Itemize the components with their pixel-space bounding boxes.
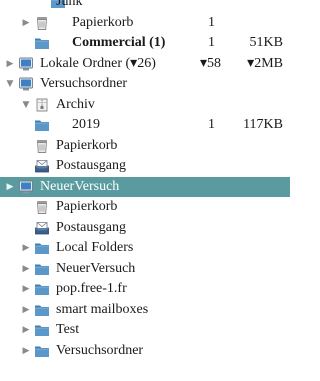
unread-count: ▾58 bbox=[199, 55, 221, 71]
folder-tree: Junk ▶ Papierkorb 1 Commercial (1) 1 51KB ▶ L… bbox=[0, 0, 290, 361]
outbox-icon bbox=[34, 220, 50, 236]
folder-row[interactable]: ▶ smart mailboxes bbox=[0, 300, 290, 321]
folder-name: Papierkorb bbox=[72, 14, 134, 30]
folder-row[interactable]: ▶ Versuchsordner bbox=[0, 341, 290, 362]
trash-icon bbox=[34, 138, 50, 154]
folder-name: NeuerVersuch bbox=[56, 260, 136, 276]
outbox-icon bbox=[34, 158, 50, 174]
folder-row[interactable]: ▶ NeuerVersuch bbox=[0, 259, 290, 280]
folder-icon bbox=[34, 261, 50, 277]
folder-row[interactable]: ▶ Lokale Ordner (▾26) ▾58 ▾2MB bbox=[0, 54, 290, 75]
disclosure-collapsed-icon[interactable]: ▶ bbox=[20, 279, 32, 300]
archive-icon bbox=[34, 97, 50, 113]
folder-size: 51KB bbox=[249, 35, 283, 50]
folder-name: Versuchsordner bbox=[40, 76, 128, 91]
folder-name: smart mailboxes bbox=[56, 301, 149, 317]
folder-row[interactable]: ▶ pop.free-1.fr bbox=[0, 279, 290, 300]
folder-row[interactable]: Commercial (1) 1 51KB bbox=[0, 33, 290, 54]
folder-name: Archiv bbox=[56, 96, 95, 112]
folder-row[interactable]: ▶ NeuerVersuch bbox=[0, 176, 290, 198]
disclosure-collapsed-icon[interactable]: ▶ bbox=[4, 54, 16, 75]
folder-icon bbox=[34, 240, 50, 256]
folder-size: 117KB bbox=[243, 117, 283, 132]
folder-name: Postausgang bbox=[56, 158, 126, 173]
folder-name: Versuchsordner bbox=[56, 342, 144, 358]
folder-icon bbox=[34, 281, 50, 297]
unread-count: 1 bbox=[208, 14, 215, 30]
folder-icon bbox=[34, 302, 50, 318]
folder-name: Papierkorb bbox=[56, 137, 118, 153]
unread-count: 1 bbox=[208, 117, 215, 132]
folder-name: Commercial (1) bbox=[72, 35, 166, 50]
folder-icon bbox=[34, 35, 50, 51]
disclosure-collapsed-icon[interactable]: ▶ bbox=[20, 300, 32, 321]
scrollbar[interactable] bbox=[286, 0, 290, 381]
folder-row[interactable]: ▼ Archiv bbox=[0, 95, 290, 116]
account-icon bbox=[18, 179, 34, 195]
folder-name: Test bbox=[56, 322, 80, 337]
folder-row[interactable]: ▶ Papierkorb 1 bbox=[0, 13, 290, 34]
folder-row[interactable]: Papierkorb bbox=[0, 197, 290, 218]
disclosure-collapsed-icon[interactable]: ▶ bbox=[20, 320, 32, 341]
folder-name: Postausgang bbox=[56, 219, 126, 235]
folder-row[interactable]: Postausgang bbox=[0, 218, 290, 239]
disclosure-collapsed-icon[interactable]: ▶ bbox=[20, 259, 32, 280]
account-icon bbox=[18, 56, 34, 72]
folder-row[interactable]: Postausgang bbox=[0, 156, 290, 177]
folder-name: Papierkorb bbox=[56, 199, 118, 214]
folder-name: Lokale Ordner (▾26) bbox=[40, 55, 156, 71]
folder-row[interactable]: Junk bbox=[0, 0, 290, 13]
folder-row[interactable]: 2019 1 117KB bbox=[0, 115, 290, 136]
trash-icon bbox=[34, 199, 50, 215]
account-icon bbox=[18, 76, 34, 92]
folder-name: pop.free-1.fr bbox=[56, 281, 127, 296]
trash-icon bbox=[34, 15, 50, 31]
folder-name: Junk bbox=[56, 0, 83, 9]
disclosure-collapsed-icon[interactable]: ▶ bbox=[4, 177, 16, 198]
folder-row[interactable]: ▶ Test bbox=[0, 320, 290, 341]
folder-icon bbox=[34, 117, 50, 133]
folder-name: 2019 bbox=[72, 117, 100, 132]
folder-icon bbox=[34, 343, 50, 359]
disclosure-expanded-icon[interactable]: ▼ bbox=[4, 74, 16, 95]
folder-row[interactable]: ▶ Local Folders bbox=[0, 238, 290, 259]
folder-name: Local Folders bbox=[56, 240, 134, 255]
disclosure-collapsed-icon[interactable]: ▶ bbox=[20, 341, 32, 362]
disclosure-collapsed-icon[interactable]: ▶ bbox=[20, 238, 32, 259]
folder-size: ▾2MB bbox=[247, 55, 283, 71]
folder-row[interactable]: Papierkorb bbox=[0, 136, 290, 157]
unread-count: 1 bbox=[208, 35, 215, 50]
folder-row[interactable]: ▼ Versuchsordner bbox=[0, 74, 290, 95]
disclosure-collapsed-icon[interactable]: ▶ bbox=[20, 13, 32, 34]
disclosure-expanded-icon[interactable]: ▼ bbox=[20, 95, 32, 116]
folder-icon bbox=[34, 322, 50, 338]
folder-name: NeuerVersuch bbox=[40, 178, 120, 194]
